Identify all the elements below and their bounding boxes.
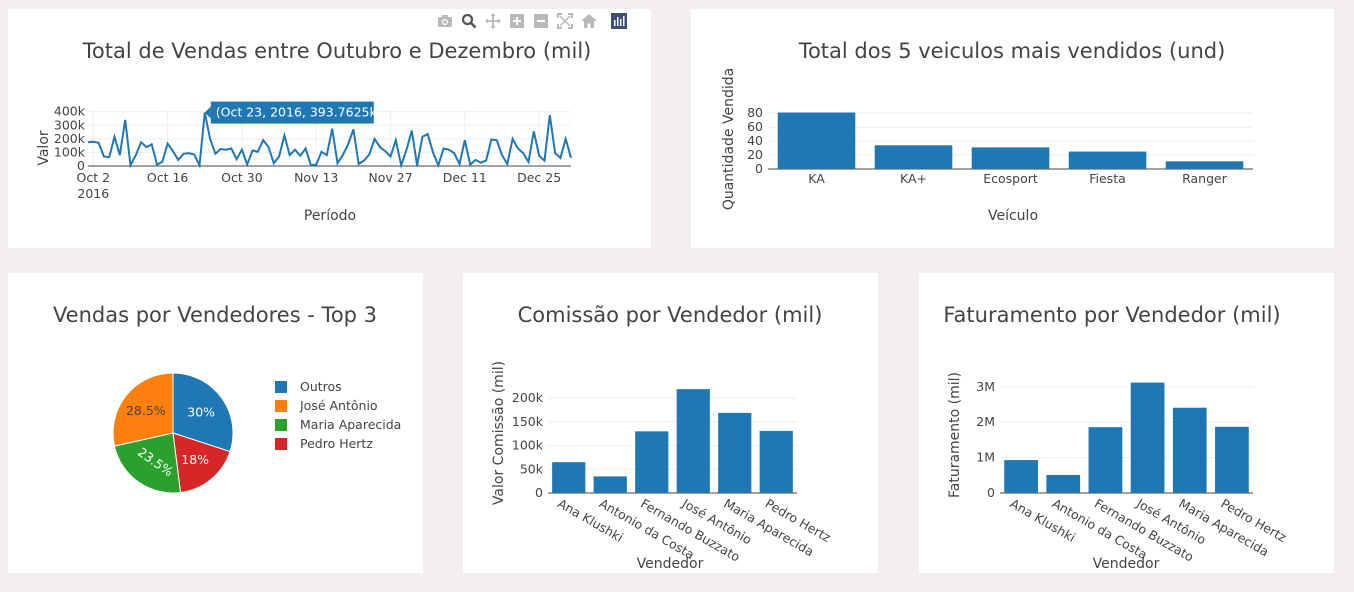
x-tick-label: KA+: [900, 171, 927, 186]
x-axis-label: Veículo: [988, 208, 1038, 224]
bar[interactable]: [1088, 427, 1123, 493]
x-tick-label: Dec 25: [517, 170, 561, 185]
hover-tooltip: (Oct 23, 2016, 393.7625k): [204, 101, 382, 124]
bar[interactable]: [552, 462, 586, 493]
x-tick-label: Oct 2: [77, 170, 111, 185]
y-tick-label: 50k: [520, 461, 544, 476]
chart-title: Comissão por Vendedor (mil): [518, 303, 823, 327]
x-axis-label: Vendedor: [637, 556, 704, 572]
vehicles-bar-chart-panel[interactable]: Total dos 5 veiculos mais vendidos (und)…: [691, 9, 1334, 248]
bar[interactable]: [759, 430, 793, 493]
bar[interactable]: [1215, 426, 1249, 493]
x-tick-label: Dec 11: [443, 170, 487, 185]
x-tick-label: KA: [808, 171, 825, 186]
bar[interactable]: [718, 412, 752, 493]
y-tick-label: 20: [747, 147, 763, 162]
bar[interactable]: [676, 389, 710, 493]
x-tick-label: Nov 27: [368, 170, 412, 185]
y-tick-label: 60: [747, 119, 763, 134]
chart-title: Total de Vendas entre Outubro e Dezembro…: [82, 39, 592, 63]
sales-line-chart: Total de Vendas entre Outubro e Dezembro…: [36, 39, 592, 224]
revenue-bar-chart: Faturamento por Vendedor (mil) 01M2M3M A…: [943, 303, 1289, 572]
slice-label: 18%: [181, 452, 209, 467]
y-tick-label: 80: [747, 105, 763, 120]
revenue-bar-chart-panel[interactable]: Faturamento por Vendedor (mil) 0 1M 2M 3M A…: [919, 273, 1334, 573]
y-tick-label: 0: [535, 485, 543, 500]
x-tick-label: Ranger: [1182, 171, 1228, 186]
y-tick-label: 200k: [512, 390, 544, 405]
y-tick-label: 150k: [512, 414, 544, 429]
tooltip-text: (Oct 23, 2016, 393.7625k): [216, 105, 382, 120]
bar[interactable]: [1068, 151, 1147, 169]
chart-title: Vendas por Vendedores - Top 3: [53, 303, 377, 327]
x-tick-label: Oct 30: [221, 170, 263, 185]
bar[interactable]: [593, 476, 627, 493]
x-tick-label: Fiesta: [1089, 171, 1126, 186]
legend-label[interactable]: Maria Aparecida: [300, 417, 401, 432]
bar[interactable]: [1130, 382, 1165, 493]
x-tick-label: Nov 13: [294, 170, 338, 185]
commission-bar-chart: Comissão por Vendedor (mil) 0 50k 100k 150k…: [491, 303, 834, 572]
y-axis-label: Valor Comissão (mil): [491, 361, 507, 505]
y-tick-label: 100k: [512, 438, 544, 453]
bar[interactable]: [1172, 407, 1207, 493]
y-tick-label: 40: [747, 133, 763, 148]
x-tick-label: Ecosport: [983, 171, 1038, 186]
bar[interactable]: [777, 112, 856, 169]
sellers-pie-chart-panel[interactable]: Vendas por Vendedores - Top 3 30% 18% 23.5…: [8, 273, 423, 573]
legend-swatch[interactable]: [275, 419, 287, 431]
bar[interactable]: [1004, 460, 1038, 493]
x-axis-label: Período: [304, 208, 356, 224]
legend-label[interactable]: Outros: [300, 379, 342, 394]
legend-swatch[interactable]: [275, 400, 287, 412]
x-axis-label: Vendedor: [1093, 556, 1160, 572]
legend-label[interactable]: Pedro Hertz: [300, 436, 373, 451]
x-tick-year: 2016: [77, 186, 109, 201]
y-tick-label: 200k: [54, 131, 86, 146]
slice-label: 30%: [187, 405, 215, 420]
x-tick-label: Oct 16: [147, 170, 189, 185]
slice-label: 28.5%: [126, 403, 166, 418]
bar[interactable]: [1046, 474, 1081, 493]
legend-label[interactable]: José Antônio: [299, 398, 378, 413]
bar[interactable]: [1165, 161, 1244, 169]
bar[interactable]: [874, 145, 953, 169]
y-tick-label: 3M: [976, 379, 995, 394]
y-axis-label: Quantidade Vendida: [721, 68, 737, 210]
legend-swatch[interactable]: [275, 381, 287, 393]
commission-bar-chart-panel[interactable]: Comissão por Vendedor (mil) 0 50k 100k 150k…: [463, 273, 878, 573]
sales-line-chart-panel[interactable]: Total de Vendas entre Outubro e Dezembro…: [8, 9, 651, 248]
y-tick-label: 400k: [54, 104, 86, 119]
legend-swatch[interactable]: [275, 438, 287, 450]
y-tick-label: 1M: [976, 450, 995, 465]
y-tick-label: 2M: [976, 414, 995, 429]
bar[interactable]: [635, 431, 669, 493]
bar[interactable]: [971, 147, 1050, 169]
y-tick-label: 300k: [54, 117, 86, 132]
y-tick-label: 0: [755, 161, 763, 176]
y-tick-label: 0: [987, 485, 995, 500]
y-tick-label: 100k: [54, 144, 86, 159]
vehicles-bar-chart: Total dos 5 veiculos mais vendidos (und)…: [721, 39, 1253, 224]
y-axis-label: Valor: [36, 130, 52, 166]
chart-title: Faturamento por Vendedor (mil): [943, 303, 1280, 327]
y-axis-label: Faturamento (mil): [947, 372, 963, 498]
sellers-pie-chart: Vendas por Vendedores - Top 3 30%18%23.5…: [53, 303, 401, 494]
chart-title: Total dos 5 veiculos mais vendidos (und): [798, 39, 1226, 63]
